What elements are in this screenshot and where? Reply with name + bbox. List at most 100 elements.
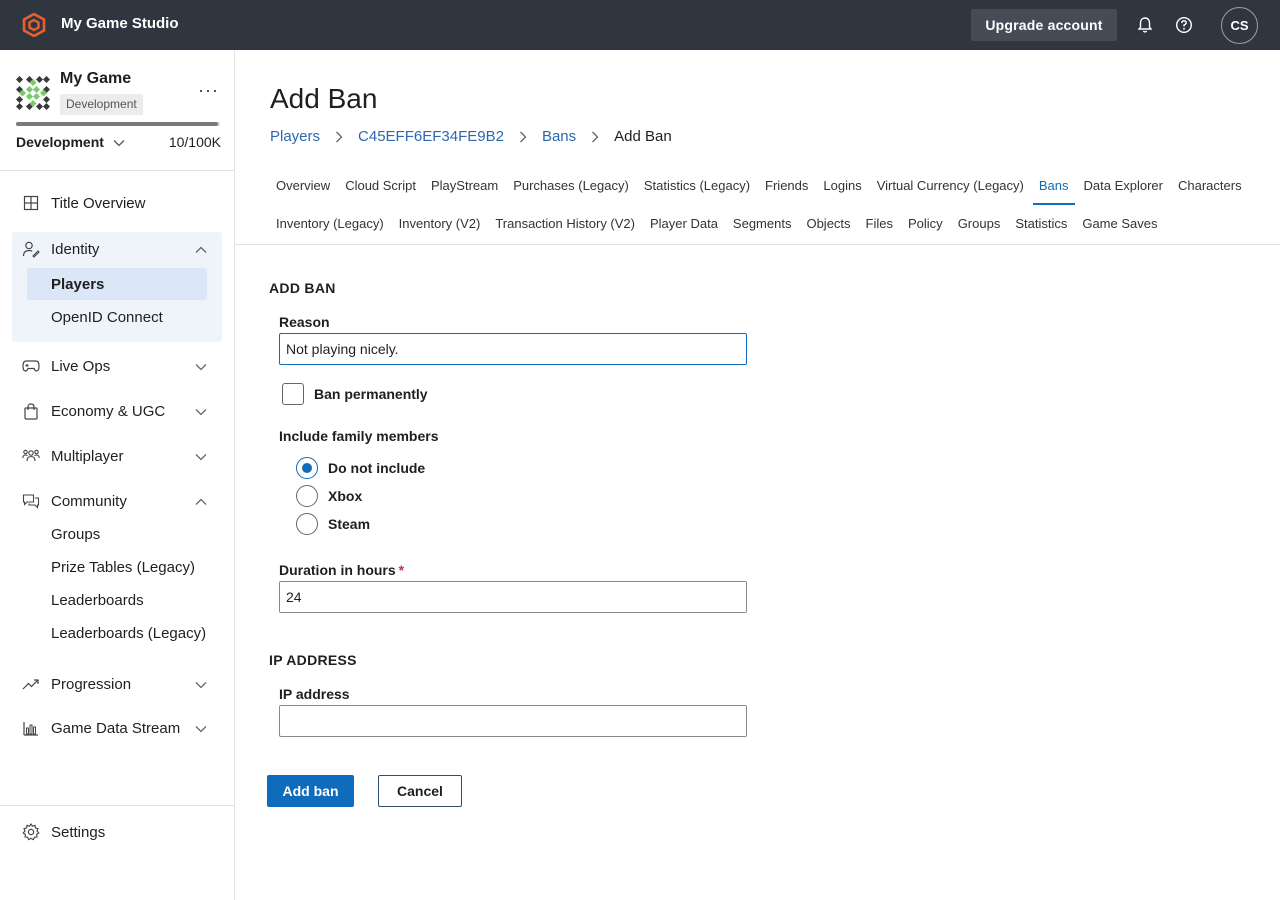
- tab-cloud-script[interactable]: Cloud Script: [339, 178, 422, 193]
- sidebar-item-label: Multiplayer: [51, 447, 124, 465]
- breadcrumb: Players C45EFF6EF34FE9B2 Bans Add Ban: [270, 128, 672, 145]
- radio-steam[interactable]: [296, 513, 318, 535]
- sidebar-item-progression[interactable]: Progression: [12, 667, 222, 701]
- bar-chart-icon: [22, 719, 40, 737]
- chevron-up-icon: [195, 241, 207, 258]
- tab-statistics[interactable]: Statistics: [1009, 216, 1073, 231]
- reason-input[interactable]: [279, 333, 747, 365]
- sidebar-item-label: Settings: [51, 823, 106, 841]
- trend-up-icon: [22, 675, 40, 693]
- section-title-add-ban: ADD BAN: [269, 280, 336, 296]
- ban-permanently-label: Ban permanently: [314, 386, 428, 402]
- studio-logo-icon[interactable]: [22, 12, 46, 38]
- sidebar-item-settings[interactable]: Settings: [12, 815, 222, 849]
- sidebar-item-players[interactable]: Players: [27, 268, 207, 300]
- sidebar-item-label: Leaderboards (Legacy): [51, 624, 207, 642]
- duration-input[interactable]: [279, 581, 747, 613]
- usage-progress-fill: [16, 122, 218, 126]
- environment-selector[interactable]: Development: [16, 134, 125, 150]
- tab-inventory-v2[interactable]: Inventory (V2): [393, 216, 487, 231]
- tab-player-data[interactable]: Player Data: [644, 216, 724, 231]
- more-options-icon[interactable]: ···: [198, 80, 219, 101]
- sidebar-item-groups[interactable]: Groups: [27, 518, 207, 550]
- required-asterisk: *: [398, 562, 405, 578]
- tab-policy[interactable]: Policy: [902, 216, 949, 231]
- chevron-down-icon: [195, 448, 207, 465]
- tab-game-saves[interactable]: Game Saves: [1076, 216, 1163, 231]
- tab-objects[interactable]: Objects: [800, 216, 856, 231]
- tab-files[interactable]: Files: [860, 216, 899, 231]
- sidebar-item-openid-connect[interactable]: OpenID Connect: [27, 301, 207, 333]
- tab-characters[interactable]: Characters: [1172, 178, 1248, 193]
- family-option-do-not-include[interactable]: Do not include: [296, 457, 425, 479]
- player-tabs-row-1: Overview Cloud Script PlayStream Purchases …: [270, 178, 1251, 205]
- chevron-down-icon: [195, 720, 207, 737]
- sidebar-item-live-ops[interactable]: Live Ops: [12, 349, 222, 383]
- sidebar-item-multiplayer[interactable]: Multiplayer: [12, 439, 222, 473]
- family-option-xbox[interactable]: Xbox: [296, 485, 362, 507]
- sidebar: My Game Development ··· Development 10/1…: [0, 50, 235, 900]
- chevron-down-icon: [113, 134, 125, 150]
- chevron-right-icon: [591, 131, 599, 143]
- ban-permanently-checkbox[interactable]: [282, 383, 304, 405]
- chevron-right-icon: [335, 131, 343, 143]
- tab-bans[interactable]: Bans: [1032, 178, 1075, 205]
- grid-icon: [22, 194, 40, 212]
- tab-groups[interactable]: Groups: [952, 216, 1007, 231]
- sidebar-item-label: Title Overview: [51, 194, 146, 212]
- breadcrumb-player-id-link[interactable]: C45EFF6EF34FE9B2: [358, 128, 504, 145]
- chat-icon: [22, 492, 40, 510]
- studio-name[interactable]: My Game Studio: [61, 15, 179, 32]
- tab-segments[interactable]: Segments: [727, 216, 798, 231]
- bell-icon[interactable]: [1135, 15, 1155, 35]
- environment-badge: Development: [60, 94, 143, 115]
- sidebar-item-prize-tables[interactable]: Prize Tables (Legacy): [27, 551, 207, 583]
- sidebar-item-label: OpenID Connect: [51, 308, 163, 326]
- tab-inventory-legacy[interactable]: Inventory (Legacy): [270, 216, 390, 231]
- tab-logins[interactable]: Logins: [817, 178, 867, 193]
- sidebar-item-community[interactable]: Community: [12, 484, 222, 518]
- tab-purchases-legacy[interactable]: Purchases (Legacy): [507, 178, 635, 193]
- breadcrumb-players-link[interactable]: Players: [270, 128, 320, 145]
- game-name: My Game: [60, 70, 132, 87]
- ip-address-input[interactable]: [279, 705, 747, 737]
- page-title: Add Ban: [270, 83, 378, 114]
- tab-statistics-legacy[interactable]: Statistics (Legacy): [638, 178, 756, 193]
- environment-selector-label: Development: [16, 134, 104, 150]
- ban-permanently-row[interactable]: Ban permanently: [282, 383, 428, 405]
- radio-label: Do not include: [328, 460, 426, 476]
- sidebar-item-game-data-stream[interactable]: Game Data Stream: [12, 711, 222, 745]
- sidebar-item-leaderboards[interactable]: Leaderboards: [27, 584, 207, 616]
- sidebar-item-title-overview[interactable]: Title Overview: [12, 186, 222, 220]
- cancel-button[interactable]: Cancel: [378, 775, 462, 807]
- player-tabs-row-2: Inventory (Legacy) Inventory (V2) Transact…: [270, 216, 1167, 231]
- sidebar-item-label: Community: [51, 492, 127, 510]
- tab-playstream[interactable]: PlayStream: [425, 178, 504, 193]
- upgrade-account-button[interactable]: Upgrade account: [971, 9, 1117, 41]
- usage-progress-bar: [16, 122, 220, 126]
- chevron-down-icon: [195, 676, 207, 693]
- radio-xbox[interactable]: [296, 485, 318, 507]
- breadcrumb-current: Add Ban: [614, 128, 672, 145]
- sidebar-item-label: Players: [51, 275, 105, 293]
- avatar[interactable]: CS: [1221, 7, 1258, 44]
- tab-friends[interactable]: Friends: [759, 178, 814, 193]
- sidebar-item-identity[interactable]: Identity: [12, 232, 222, 266]
- reason-label: Reason: [279, 314, 330, 330]
- sidebar-item-label: Economy & UGC: [51, 402, 166, 420]
- help-icon[interactable]: [1174, 15, 1194, 35]
- sidebar-item-label: Groups: [51, 525, 101, 543]
- tab-transaction-history-v2[interactable]: Transaction History (V2): [489, 216, 641, 231]
- usage-count: 10/100K: [168, 134, 221, 150]
- breadcrumb-bans-link[interactable]: Bans: [542, 128, 576, 145]
- sidebar-item-label: Identity: [51, 240, 100, 258]
- add-ban-button[interactable]: Add ban: [267, 775, 354, 807]
- tab-virtual-currency-legacy[interactable]: Virtual Currency (Legacy): [871, 178, 1030, 193]
- tab-overview[interactable]: Overview: [270, 178, 336, 193]
- sidebar-item-leaderboards-legacy[interactable]: Leaderboards (Legacy): [27, 617, 207, 649]
- radio-do-not-include[interactable]: [296, 457, 318, 479]
- sidebar-item-economy-ugc[interactable]: Economy & UGC: [12, 394, 222, 428]
- tab-data-explorer[interactable]: Data Explorer: [1078, 178, 1169, 193]
- sidebar-item-label: Game Data Stream: [51, 719, 181, 737]
- family-option-steam[interactable]: Steam: [296, 513, 370, 535]
